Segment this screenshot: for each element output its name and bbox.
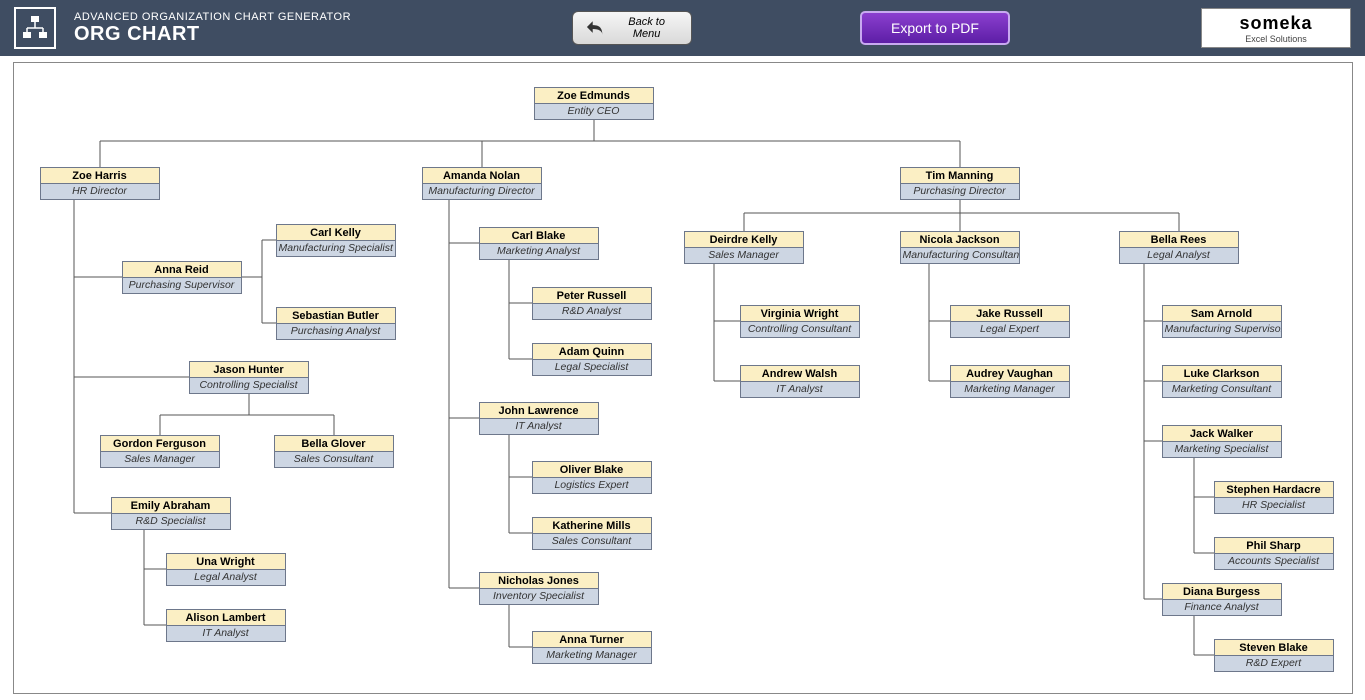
node-andrew-walsh[interactable]: Andrew WalshIT Analyst xyxy=(740,365,860,398)
node-ceo[interactable]: Zoe EdmundsEntity CEO xyxy=(534,87,654,120)
node-bella-rees[interactable]: Bella ReesLegal Analyst xyxy=(1119,231,1239,264)
node-deirdre-kelly[interactable]: Deirdre KellySales Manager xyxy=(684,231,804,264)
back-label: Back to Menu xyxy=(614,16,679,40)
node-sebastian-butler[interactable]: Sebastian ButlerPurchasing Analyst xyxy=(276,307,396,340)
node-phil-sharp[interactable]: Phil SharpAccounts Specialist xyxy=(1214,537,1334,570)
export-pdf-button[interactable]: Export to PDF xyxy=(860,11,1010,45)
node-nicola-jackson[interactable]: Nicola JacksonManufacturing Consultant xyxy=(900,231,1020,264)
node-bella-glover[interactable]: Bella GloverSales Consultant xyxy=(274,435,394,468)
node-diana-burgess[interactable]: Diana BurgessFinance Analyst xyxy=(1162,583,1282,616)
node-virginia-wright[interactable]: Virginia WrightControlling Consultant xyxy=(740,305,860,338)
brand-badge: someka Excel Solutions xyxy=(1201,8,1351,48)
header-titles: ADVANCED ORGANIZATION CHART GENERATOR OR… xyxy=(74,11,554,46)
node-emily-abraham[interactable]: Emily AbrahamR&D Specialist xyxy=(111,497,231,530)
node-katherine-mills[interactable]: Katherine MillsSales Consultant xyxy=(532,517,652,550)
brand-bottom: Excel Solutions xyxy=(1245,34,1307,44)
export-label: Export to PDF xyxy=(891,20,979,36)
node-hr-director[interactable]: Zoe HarrisHR Director xyxy=(40,167,160,200)
node-una-wright[interactable]: Una WrightLegal Analyst xyxy=(166,553,286,586)
node-peter-russell[interactable]: Peter RussellR&D Analyst xyxy=(532,287,652,320)
node-carl-blake[interactable]: Carl BlakeMarketing Analyst xyxy=(479,227,599,260)
node-alison-lambert[interactable]: Alison LambertIT Analyst xyxy=(166,609,286,642)
node-luke-clarkson[interactable]: Luke ClarksonMarketing Consultant xyxy=(1162,365,1282,398)
node-jake-russell[interactable]: Jake RussellLegal Expert xyxy=(950,305,1070,338)
node-sam-arnold[interactable]: Sam ArnoldManufacturing Supervisor xyxy=(1162,305,1282,338)
node-jason-hunter[interactable]: Jason HunterControlling Specialist xyxy=(189,361,309,394)
node-stephen-hardacre[interactable]: Stephen HardacreHR Specialist xyxy=(1214,481,1334,514)
node-nicholas-jones[interactable]: Nicholas JonesInventory Specialist xyxy=(479,572,599,605)
app-logo-icon xyxy=(14,7,56,49)
back-arrow-icon xyxy=(585,18,606,38)
node-carl-kelly[interactable]: Carl KellyManufacturing Specialist xyxy=(276,224,396,257)
header-title: ORG CHART xyxy=(74,23,554,46)
node-purchasing-director[interactable]: Tim ManningPurchasing Director xyxy=(900,167,1020,200)
node-jack-walker[interactable]: Jack WalkerMarketing Specialist xyxy=(1162,425,1282,458)
back-to-menu-button[interactable]: Back to Menu xyxy=(572,11,692,45)
node-audrey-vaughan[interactable]: Audrey VaughanMarketing Manager xyxy=(950,365,1070,398)
node-manufacturing-director[interactable]: Amanda NolanManufacturing Director xyxy=(422,167,542,200)
header: ADVANCED ORGANIZATION CHART GENERATOR OR… xyxy=(0,0,1365,56)
node-oliver-blake[interactable]: Oliver BlakeLogistics Expert xyxy=(532,461,652,494)
org-chart-canvas: Zoe EdmundsEntity CEO Zoe HarrisHR Direc… xyxy=(13,62,1353,694)
node-steven-blake[interactable]: Steven BlakeR&D Expert xyxy=(1214,639,1334,672)
node-john-lawrence[interactable]: John LawrenceIT Analyst xyxy=(479,402,599,435)
node-gordon-ferguson[interactable]: Gordon FergusonSales Manager xyxy=(100,435,220,468)
brand-top: someka xyxy=(1239,13,1312,34)
header-subtitle: ADVANCED ORGANIZATION CHART GENERATOR xyxy=(74,11,554,23)
node-anna-turner[interactable]: Anna TurnerMarketing Manager xyxy=(532,631,652,664)
node-anna-reid[interactable]: Anna ReidPurchasing Supervisor xyxy=(122,261,242,294)
node-adam-quinn[interactable]: Adam QuinnLegal Specialist xyxy=(532,343,652,376)
